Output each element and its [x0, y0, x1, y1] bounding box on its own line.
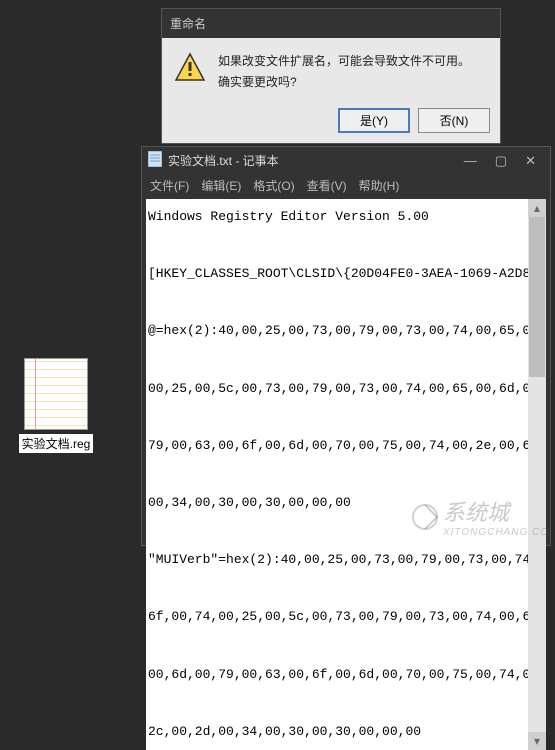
menu-help[interactable]: 帮助(H)	[359, 177, 400, 194]
dialog-message: 如果改变文件扩展名，可能会导致文件不可用。 确实要更改吗?	[218, 52, 470, 92]
menu-view[interactable]: 查看(V)	[307, 177, 347, 194]
notepad-app-icon	[148, 151, 162, 170]
window-controls: — ▢ ✕	[464, 153, 536, 169]
dialog-title: 重命名	[162, 9, 500, 38]
scroll-thumb[interactable]	[529, 217, 545, 377]
vertical-scrollbar[interactable]: ▴ ▾	[528, 199, 546, 750]
warning-icon	[174, 52, 206, 84]
notepad-content-area: Windows Registry Editor Version 5.00 [HK…	[146, 199, 546, 750]
reg-file-icon	[24, 358, 88, 430]
close-button[interactable]: ✕	[525, 153, 536, 169]
notepad-text-content[interactable]: Windows Registry Editor Version 5.00 [HK…	[146, 199, 528, 750]
yes-button[interactable]: 是(Y)	[338, 108, 410, 133]
rename-dialog: 重命名 如果改变文件扩展名，可能会导致文件不可用。 确实要更改吗? 是(Y) 否…	[161, 8, 501, 144]
notepad-menubar: 文件(F) 编辑(E) 格式(O) 查看(V) 帮助(H)	[142, 174, 550, 197]
minimize-button[interactable]: —	[464, 153, 477, 169]
menu-edit[interactable]: 编辑(E)	[201, 177, 241, 194]
menu-format[interactable]: 格式(O)	[253, 177, 294, 194]
maximize-button[interactable]: ▢	[495, 153, 507, 169]
file-label[interactable]: 实验文档.reg	[19, 434, 94, 453]
dialog-message-line2: 确实要更改吗?	[218, 73, 470, 92]
notepad-titlebar[interactable]: 实验文档.txt - 记事本 — ▢ ✕	[142, 147, 550, 174]
no-button[interactable]: 否(N)	[418, 108, 490, 133]
notepad-window: 实验文档.txt - 记事本 — ▢ ✕ 文件(F) 编辑(E) 格式(O) 查…	[141, 146, 551, 546]
notepad-title: 实验文档.txt - 记事本	[168, 152, 464, 169]
dialog-body: 如果改变文件扩展名，可能会导致文件不可用。 确实要更改吗?	[162, 38, 500, 102]
desktop-file[interactable]: 实验文档.reg	[14, 358, 98, 453]
dialog-button-row: 是(Y) 否(N)	[162, 102, 500, 143]
dialog-message-line1: 如果改变文件扩展名，可能会导致文件不可用。	[218, 52, 470, 71]
scroll-up-arrow[interactable]: ▴	[528, 199, 546, 217]
menu-file[interactable]: 文件(F)	[150, 177, 189, 194]
scroll-down-arrow[interactable]: ▾	[528, 732, 546, 750]
